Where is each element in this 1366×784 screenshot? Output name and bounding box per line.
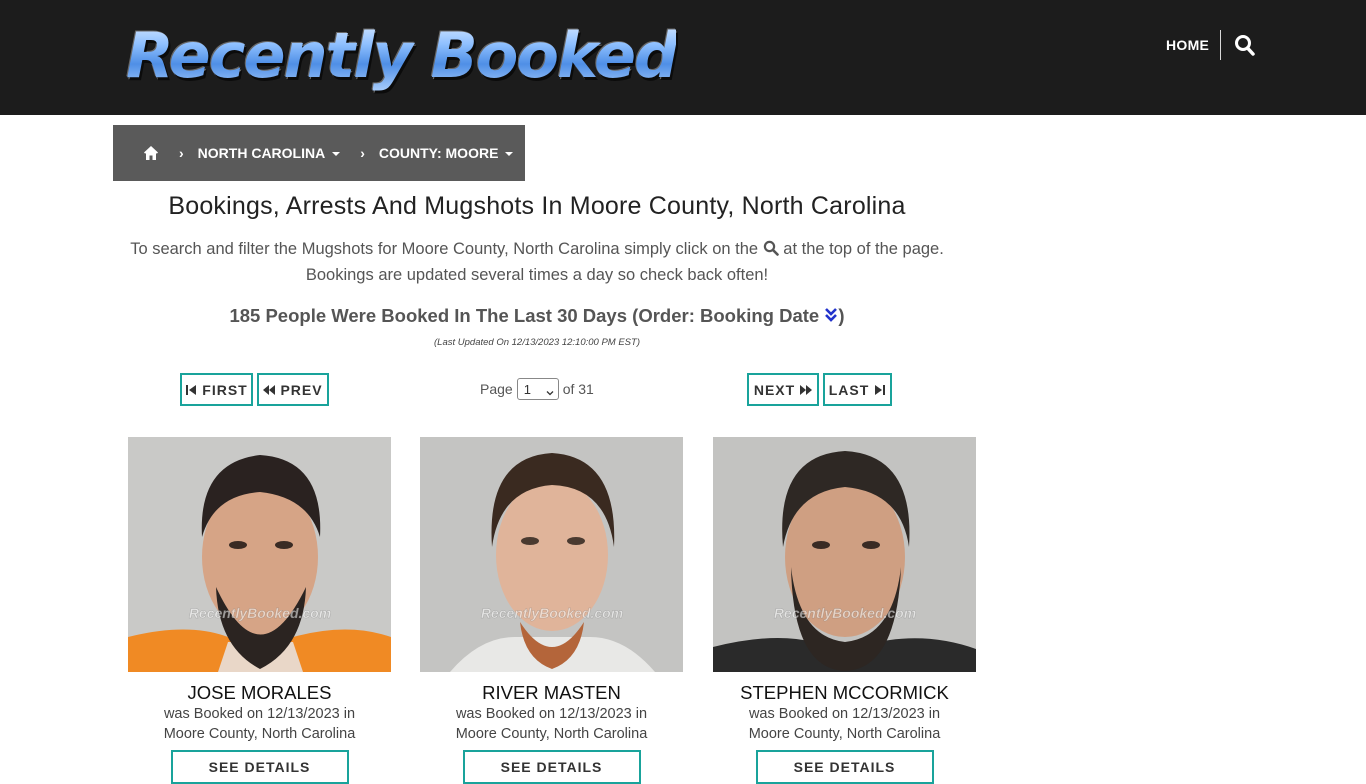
first-page-button[interactable]: FIRST: [180, 373, 253, 406]
breadcrumb-state-dropdown[interactable]: NORTH CAROLINA: [198, 145, 341, 161]
page-total-label: of 31: [562, 381, 594, 397]
page-label: Page: [480, 381, 513, 397]
site-header: Recently Booked HOME: [0, 0, 1366, 115]
prev-page-button[interactable]: PREV: [257, 373, 329, 406]
booking-date-text: was Booked on 12/13/2023 in: [748, 706, 941, 722]
see-details-button[interactable]: SEE DETAILS: [755, 750, 934, 784]
home-icon[interactable]: [143, 145, 159, 161]
next-page-button[interactable]: NEXT: [747, 373, 819, 406]
mugshot-photo[interactable]: RecentlyBooked.com: [420, 437, 683, 672]
prev-label: PREV: [280, 381, 323, 398]
booking-date-text: was Booked on 12/13/2023 in: [163, 706, 356, 722]
page-select[interactable]: 1: [516, 378, 559, 400]
last-updated: (Last Updated On 12/13/2023 12:10:00 PM …: [434, 337, 640, 348]
page-indicator: Page 1 of 31: [480, 378, 594, 400]
step-forward-icon: [875, 384, 886, 395]
see-details-button[interactable]: SEE DETAILS: [170, 750, 349, 784]
booking-count-text: 185 People Were Booked In The Last 30 Da…: [229, 305, 820, 326]
inmate-name[interactable]: RIVER MASTEN: [420, 682, 683, 704]
next-label: NEXT: [753, 381, 796, 398]
breadcrumb-county-label: COUNTY: MOORE: [378, 145, 499, 161]
booking-date-text: was Booked on 12/13/2023 in: [455, 706, 648, 722]
breadcrumb-county-dropdown[interactable]: COUNTY: MOORE: [379, 145, 514, 161]
watermark: RecentlyBooked.com: [774, 605, 916, 621]
last-page-button[interactable]: LAST: [823, 373, 892, 406]
booking-location-text: Moore County, North Carolina: [163, 726, 356, 742]
backward-icon: [263, 384, 276, 395]
double-chevron-down-icon[interactable]: [824, 304, 838, 322]
booking-card[interactable]: RecentlyBooked.com STEPHEN MCCORMICK was…: [713, 437, 976, 784]
intro-text: To search and filter the Mugshots for Mo…: [113, 236, 961, 288]
booking-card[interactable]: RecentlyBooked.com RIVER MASTEN was Book…: [420, 437, 683, 784]
page-select-value: 1: [523, 381, 531, 397]
booking-count-close: ): [838, 305, 845, 326]
step-backward-icon: [186, 384, 197, 395]
inmate-name[interactable]: JOSE MORALES: [128, 682, 391, 704]
mugshot-photo[interactable]: RecentlyBooked.com: [713, 437, 976, 672]
nav-divider: [1220, 30, 1221, 60]
breadcrumb: › NORTH CAROLINA › COUNTY: MOORE: [113, 125, 525, 181]
booking-card[interactable]: RecentlyBooked.com JOSE MORALES was Book…: [128, 437, 391, 784]
search-icon: [763, 238, 779, 256]
site-logo[interactable]: Recently Booked: [126, 16, 678, 96]
see-details-button[interactable]: SEE DETAILS: [462, 750, 641, 784]
breadcrumb-state-label: NORTH CAROLINA: [197, 145, 326, 161]
forward-icon: [800, 384, 813, 395]
mugshot-photo[interactable]: RecentlyBooked.com: [128, 437, 391, 672]
watermark: RecentlyBooked.com: [189, 605, 331, 621]
last-label: LAST: [828, 381, 870, 398]
chevron-right-icon: ›: [360, 145, 365, 161]
nav-home-link[interactable]: HOME: [1166, 36, 1209, 54]
booking-location-text: Moore County, North Carolina: [455, 726, 648, 742]
inmate-name[interactable]: STEPHEN MCCORMICK: [713, 682, 976, 704]
first-label: FIRST: [202, 381, 248, 398]
intro-line2: Bookings are updated several times a day…: [305, 266, 769, 284]
search-icon[interactable]: [1234, 33, 1256, 57]
caret-down-icon: [505, 152, 514, 156]
caret-down-icon: [332, 152, 341, 156]
watermark: RecentlyBooked.com: [481, 605, 623, 621]
chevron-right-icon: ›: [179, 145, 184, 161]
page-title: Bookings, Arrests And Mugshots In Moore …: [168, 192, 906, 220]
chevron-down-icon: [546, 385, 554, 396]
intro-line1-post: at the top of the page.: [783, 240, 944, 258]
booking-location-text: Moore County, North Carolina: [748, 726, 941, 742]
intro-line1-pre: To search and filter the Mugshots for Mo…: [130, 240, 759, 258]
booking-count: 185 People Were Booked In The Last 30 Da…: [113, 303, 961, 329]
